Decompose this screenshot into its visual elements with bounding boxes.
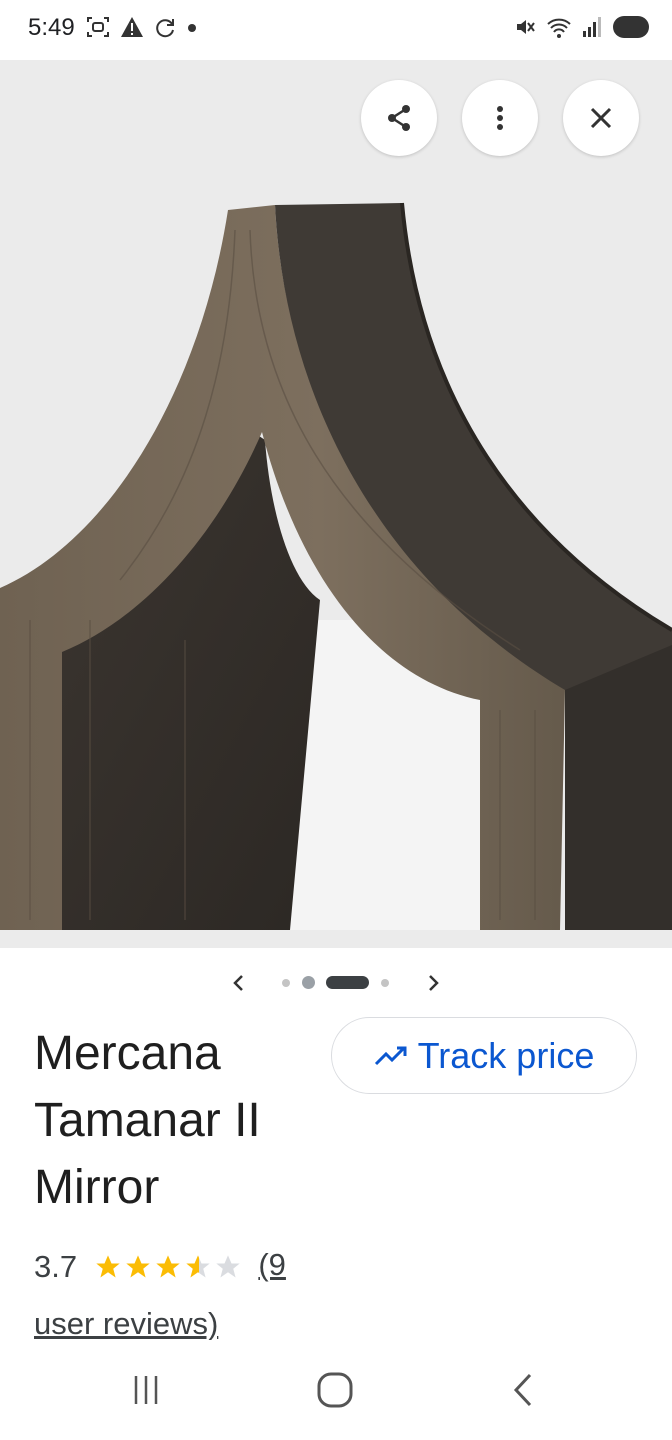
battery-icon: [613, 16, 649, 38]
image-pager: [0, 958, 672, 1008]
pager-dot[interactable]: [282, 979, 290, 987]
home-button[interactable]: [305, 1368, 365, 1412]
sync-icon: [156, 19, 174, 38]
half-star-icon: [186, 1255, 210, 1278]
product-image-gallery[interactable]: [0, 60, 672, 948]
system-nav-bar: [0, 1340, 672, 1440]
close-icon: [590, 107, 612, 129]
next-image-button[interactable]: [418, 968, 448, 998]
mute-icon: [517, 20, 535, 34]
close-button[interactable]: [563, 80, 639, 156]
share-icon: [388, 105, 410, 131]
back-icon: [513, 1373, 532, 1407]
more-options-button[interactable]: [462, 80, 538, 156]
star-icon: [156, 1255, 180, 1278]
product-title: Mercana Tamanar II Mirror: [34, 1027, 261, 1214]
dot-icon: [188, 24, 196, 32]
share-button[interactable]: [361, 80, 437, 156]
rating-value: 3.7: [34, 1249, 78, 1285]
status-left-icons: [86, 16, 198, 38]
warning-icon: [121, 17, 143, 37]
star-icon: [96, 1255, 120, 1278]
pager-dot[interactable]: [381, 979, 389, 987]
status-bar: 5:49: [0, 0, 672, 60]
status-right-icons: [514, 14, 652, 40]
status-time: 5:49: [28, 14, 75, 41]
track-price-button[interactable]: Track price: [331, 1017, 637, 1094]
screenshot-icon: [87, 17, 109, 37]
pager-dot-active[interactable]: [326, 976, 369, 989]
signal-icon: [583, 17, 601, 37]
recents-icon: [134, 1376, 158, 1404]
star-rating: [94, 1253, 242, 1281]
star-icon: [126, 1255, 150, 1278]
chevron-left-icon: [233, 975, 243, 991]
trending-up-icon: [374, 1046, 407, 1065]
previous-image-button[interactable]: [224, 968, 254, 998]
product-image: [0, 60, 672, 948]
more-vert-icon: [497, 106, 503, 130]
empty-star-icon: [216, 1255, 240, 1278]
chevron-right-icon: [429, 975, 439, 991]
recents-button[interactable]: [116, 1368, 176, 1412]
pager-dot[interactable]: [302, 976, 315, 989]
wifi-icon: [547, 18, 571, 38]
product-rating: 3.7 (9 user reviews): [34, 1236, 334, 1352]
home-icon: [317, 1372, 353, 1408]
back-button[interactable]: [494, 1368, 554, 1412]
track-price-label: Track price: [417, 1034, 595, 1076]
